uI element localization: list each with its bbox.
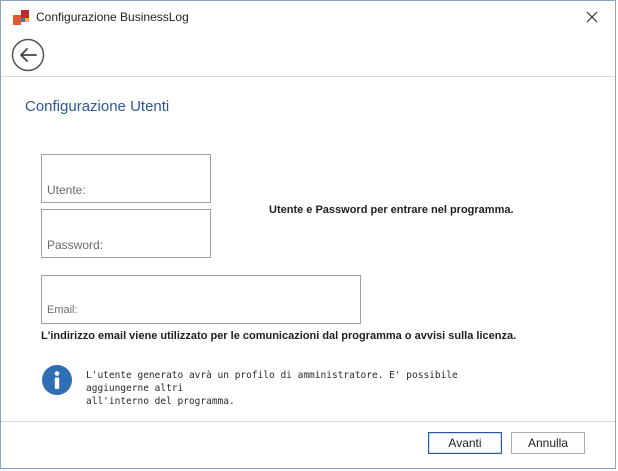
info-line-1: L'utente generato avrà un profilo di amm… [86,370,458,394]
info-icon [42,365,72,395]
username-input[interactable] [42,155,210,202]
cancel-button[interactable]: Annulla [511,432,585,454]
info-line-2: all'interno del programma. [86,396,235,407]
email-field[interactable] [41,275,361,324]
config-window: Configurazione BusinessLog Configurazion… [0,0,616,469]
email-input[interactable] [42,276,360,323]
back-arrow-icon[interactable] [11,38,45,72]
password-input[interactable] [42,210,210,257]
title-bar: Configurazione BusinessLog [1,1,615,33]
info-message: L'utente generato avrà un profilo di amm… [86,369,526,408]
window-title: Configurazione BusinessLog [36,10,189,24]
next-button[interactable]: Avanti [428,432,502,454]
close-icon[interactable] [586,11,598,23]
username-field[interactable] [41,154,211,203]
email-hint: L'indirizzo email viene utilizzato per l… [41,330,517,342]
credentials-hint: Utente e Password per entrare nel progra… [269,204,514,216]
password-field[interactable] [41,209,211,258]
page-title: Configurazione Utenti [25,98,170,115]
footer-separator [1,421,615,422]
back-button[interactable] [11,38,45,72]
businesslog-app-icon [13,10,29,25]
close-button[interactable] [569,1,615,33]
header-separator [1,76,615,77]
